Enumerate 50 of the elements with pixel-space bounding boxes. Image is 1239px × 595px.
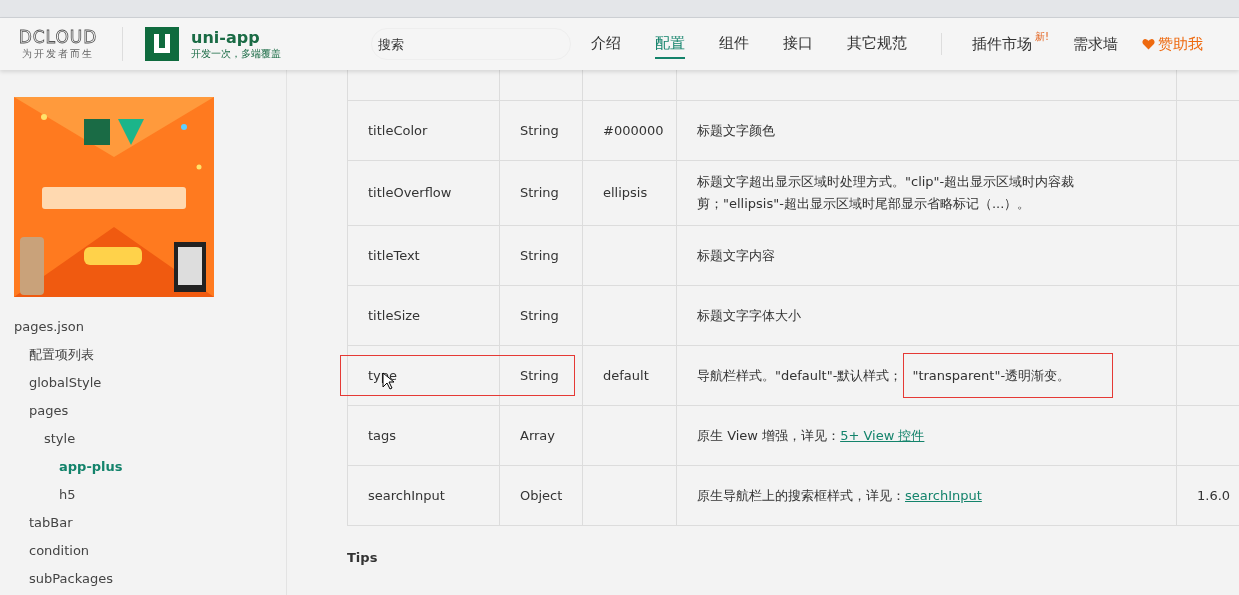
highlighted-text: "transparent"-透明渐变。	[904, 353, 1113, 397]
description-text: 原生 View 增强，详见：	[697, 427, 841, 443]
table-cell: String	[499, 160, 583, 226]
description-text: 标题文字颜色	[697, 122, 775, 138]
sidebar-item[interactable]: tabBar	[14, 509, 286, 537]
doc-link[interactable]: searchInput	[905, 487, 982, 503]
table-cell: titleSize	[347, 285, 500, 346]
table-cell: titleOverflow	[347, 160, 500, 226]
table-cell: String	[499, 345, 583, 406]
app-logo-icon[interactable]	[145, 27, 179, 61]
sidebar-item[interactable]: globalStyle	[14, 369, 286, 397]
sidebar-item[interactable]: pages	[14, 397, 286, 425]
tips-heading: Tips	[347, 550, 379, 565]
sidebar-item[interactable]: 配置项列表	[14, 341, 286, 369]
description-text: 原生导航栏上的搜索框样式，详见：	[697, 487, 905, 503]
app-name[interactable]: uni-app	[191, 27, 341, 47]
table-cell: String	[499, 285, 583, 346]
nav-link[interactable]: 需求墙	[1073, 34, 1118, 54]
description-text: 标题文字字体大小	[697, 307, 801, 323]
table-cell: default	[582, 345, 677, 406]
nav-tab[interactable]: 接口	[783, 29, 813, 59]
description-text: 导航栏样式。"default"-默认样式；	[697, 367, 903, 383]
sidebar-item[interactable]: condition	[14, 537, 286, 565]
description-text: 标题文字内容	[697, 247, 775, 263]
description-text: 标题文字超出显示区域时处理方式。"clip"-超出显示区域时内容裁剪；"ellipsis"-超出显示区域时尾部显示省略标记（...）。	[697, 174, 1075, 211]
table-cell: String	[499, 225, 583, 286]
table-cell: String	[499, 100, 583, 161]
nav-tab[interactable]: 配置	[655, 29, 685, 59]
table-cell: #000000	[582, 100, 677, 161]
slogan-text: 为开发者而生	[22, 47, 94, 61]
new-label: 新!	[1035, 30, 1049, 44]
table-cell: ellipsis	[582, 160, 677, 226]
doc-link[interactable]: 5+ View 控件	[840, 427, 925, 443]
table-cell: titleColor	[347, 100, 500, 161]
sidebar-item[interactable]: pages.json	[14, 313, 286, 341]
sidebar-item[interactable]: h5	[14, 481, 286, 509]
table-cell: Object	[499, 465, 583, 526]
app-slogan: 开发一次，多端覆盖	[191, 46, 282, 61]
table-cell: titleText	[347, 225, 500, 286]
sidebar-item[interactable]: style	[14, 425, 286, 453]
sidebar-item[interactable]: subPackages	[14, 565, 286, 593]
heart-icon	[1142, 38, 1155, 50]
table-cell: Array	[499, 405, 583, 466]
table-cell: searchInput	[347, 465, 500, 526]
nav-tab[interactable]: 其它规范	[847, 29, 907, 59]
nav-tab[interactable]: 介绍	[591, 29, 621, 59]
table-cell: tags	[347, 405, 500, 466]
sidebar-item[interactable]: app-plus	[14, 453, 286, 481]
nav-tab[interactable]: 组件	[719, 29, 749, 59]
search-field[interactable]: 搜索	[371, 28, 571, 60]
